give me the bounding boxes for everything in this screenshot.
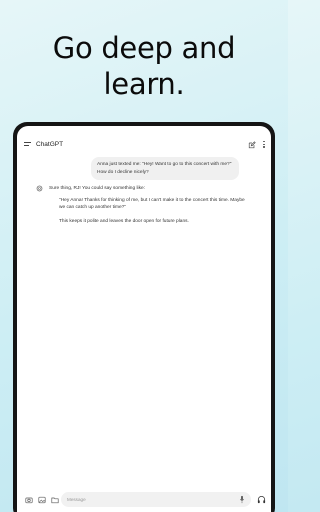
headline-line-1: Go deep and <box>52 31 236 65</box>
assistant-quote: "Hey Anna! Thanks for thinking of me, bu… <box>59 197 245 211</box>
more-icon[interactable] <box>261 141 267 149</box>
assistant-outro: This keeps it polite and leaves the door… <box>59 218 189 224</box>
camera-icon[interactable] <box>25 496 33 504</box>
message-input[interactable]: Message <box>61 492 251 507</box>
gpt-icon <box>36 185 43 192</box>
mic-icon[interactable] <box>239 495 245 504</box>
headline-line-2: learn. <box>103 67 185 101</box>
composer-bar: Message <box>17 492 271 510</box>
user-message-bubble: Anna just texted me: "Hey! Want to go to… <box>91 157 239 181</box>
headline: Go deep and learn. <box>0 30 288 102</box>
app-title[interactable]: ChatGPT <box>36 141 63 148</box>
tablet-frame: ChatGPT Anna just texted me: "Hey! Want … <box>13 122 275 512</box>
app-screen: ChatGPT Anna just texted me: "Hey! Want … <box>17 126 271 512</box>
folder-icon[interactable] <box>51 496 59 504</box>
top-bar: ChatGPT <box>17 136 271 156</box>
headphones-icon[interactable] <box>257 495 266 504</box>
image-icon[interactable] <box>38 496 46 504</box>
assistant-message: Sure thing, RJ! You could say something … <box>36 185 249 231</box>
menu-icon[interactable] <box>24 142 31 149</box>
message-placeholder: Message <box>67 497 86 502</box>
assistant-intro: Sure thing, RJ! You could say something … <box>49 186 145 191</box>
edit-icon[interactable] <box>248 141 256 149</box>
